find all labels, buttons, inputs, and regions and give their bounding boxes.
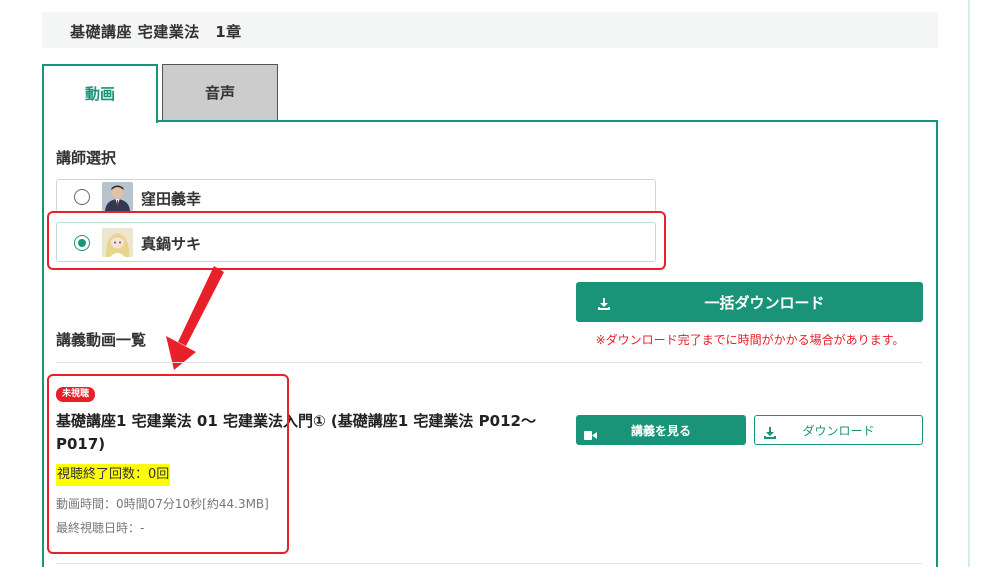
section-header: 基礎講座 宅建業法 1章 bbox=[42, 12, 938, 48]
radio-button-selected[interactable] bbox=[74, 235, 90, 251]
video-duration: 動画時間：0時間07分10秒[約44.3MB] bbox=[56, 497, 269, 511]
lecturer-name: 真鍋サキ bbox=[141, 235, 202, 253]
divider bbox=[56, 563, 922, 564]
avatar bbox=[102, 228, 133, 257]
last-viewed: 最終視聴日時：- bbox=[56, 521, 145, 535]
watch-lecture-button[interactable]: 講義を見る bbox=[576, 415, 746, 445]
lecturer-select-heading: 講師選択 bbox=[56, 149, 117, 167]
unwatched-badge: 未視聴 bbox=[56, 387, 95, 402]
download-label: ダウンロード bbox=[802, 424, 875, 438]
page-edge-rule bbox=[968, 0, 970, 567]
lecture-title: 基礎講座1 宅建業法 01 宅建業法入門① (基礎講座1 宅建業法 P012～P… bbox=[56, 412, 536, 453]
bulk-download-label: 一括ダウンロード bbox=[704, 294, 825, 312]
watch-lecture-label: 講義を見る bbox=[630, 424, 691, 438]
bulk-download-note: ※ダウンロード完了までに時間がかかる場合があります。 bbox=[595, 333, 905, 347]
lecturer-option-manabe[interactable]: 真鍋サキ bbox=[56, 222, 656, 262]
tab-video[interactable]: 動画 bbox=[42, 64, 158, 123]
bulk-download-button[interactable]: 一括ダウンロード bbox=[576, 282, 923, 322]
download-button[interactable]: ダウンロード bbox=[754, 415, 923, 445]
lecturer-name: 窪田義幸 bbox=[141, 190, 202, 208]
view-count: 視聴終了回数：0回 bbox=[56, 464, 171, 486]
section-title: 基礎講座 宅建業法 1章 bbox=[70, 23, 242, 41]
lecturer-option-kubota[interactable]: 窪田義幸 bbox=[56, 179, 656, 213]
radio-button[interactable] bbox=[74, 189, 90, 205]
lecture-list-heading: 講義動画一覧 bbox=[56, 331, 147, 349]
tab-audio[interactable]: 音声 bbox=[162, 64, 278, 121]
divider bbox=[56, 362, 922, 363]
avatar bbox=[102, 182, 133, 211]
